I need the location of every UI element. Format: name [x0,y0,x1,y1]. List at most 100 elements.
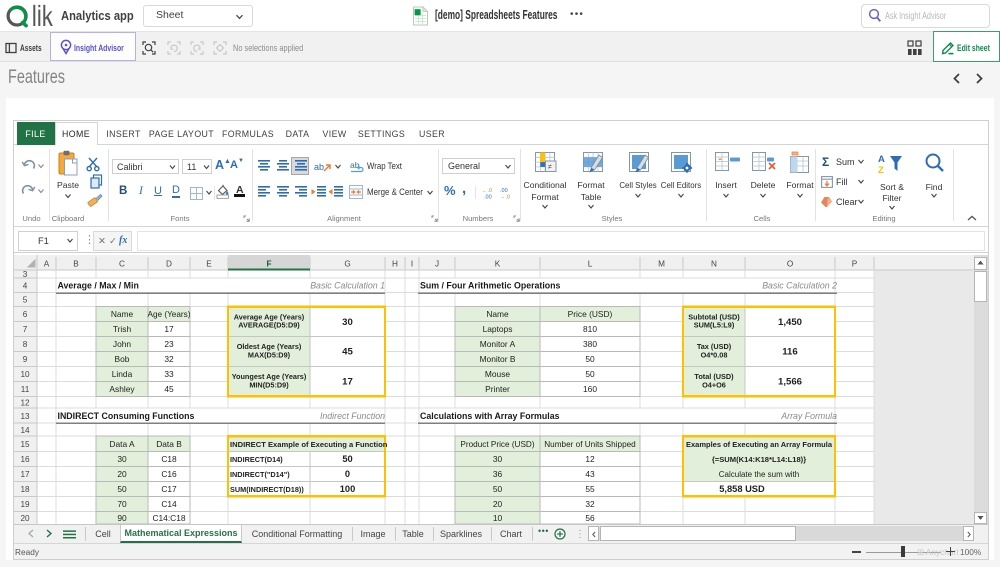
svg-text:G: G [344,259,350,268]
svg-text:17: 17 [20,470,30,479]
svg-text:33: 33 [164,369,174,379]
svg-text:Age (Years): Age (Years) [148,310,191,319]
svg-text:Data A: Data A [109,439,135,449]
svg-text:←.0: ←.0 [482,188,492,194]
svg-text:810: 810 [583,324,597,334]
svg-text:SUM(L5:L9): SUM(L5:L9) [694,321,735,330]
svg-text:Monitor A: Monitor A [480,339,516,349]
svg-text:13: 13 [20,412,30,421]
svg-text:7: 7 [23,325,28,334]
svg-text:J: J [435,259,439,268]
svg-text:→.0: →.0 [500,195,510,200]
svg-text:Laptops: Laptops [483,324,513,334]
svg-text:MAX(D5:D9): MAX(D5:D9) [248,351,291,360]
svg-text:Sum / Four Arithmetic Operatio: Sum / Four Arithmetic Operations [420,281,561,291]
svg-text:5,858 USD: 5,858 USD [719,484,765,494]
svg-text:SUM(INDIRECT(D18)): SUM(INDIRECT(D18)) [230,485,304,494]
svg-text:A: A [878,154,885,165]
svg-text:Basic Calculation 1: Basic Calculation 1 [310,281,385,291]
svg-text:50: 50 [585,354,595,364]
svg-text:30: 30 [493,454,503,464]
svg-text:Name: Name [111,309,134,319]
svg-text:Basic Calculation 2: Basic Calculation 2 [762,281,837,291]
svg-text:50: 50 [342,454,352,464]
svg-text:N: N [711,259,717,268]
svg-text:10: 10 [493,513,503,523]
svg-text:116: 116 [782,347,797,358]
svg-text:I: I [411,259,413,268]
svg-text:20: 20 [117,469,127,479]
svg-text:C18: C18 [161,454,177,464]
svg-text:Product Price (USD): Product Price (USD) [460,440,534,449]
svg-text:Data B: Data B [156,439,182,449]
svg-text:18: 18 [20,485,30,494]
svg-text:10: 10 [20,370,30,379]
svg-text:L: L [588,259,593,268]
svg-text:Price (USD): Price (USD) [568,309,613,319]
svg-text:.00: .00 [500,188,508,194]
svg-text:11: 11 [21,385,30,394]
svg-text:90: 90 [117,513,127,523]
svg-text:Ashley: Ashley [109,384,135,394]
svg-text:45: 45 [342,347,353,358]
svg-text:O4*0.08: O4*0.08 [701,351,728,360]
svg-text:C14:C18: C14:C18 [152,513,185,523]
svg-text:Examples of Executing an Array: Examples of Executing an Array Formula [686,440,833,449]
svg-text:100: 100 [340,484,356,494]
svg-text:Z: Z [878,165,884,174]
svg-text:Array Formula: Array Formula [780,411,837,421]
svg-text:380: 380 [583,339,597,349]
svg-text:8: 8 [23,340,28,349]
svg-text:Printer: Printer [485,384,510,394]
svg-text:20: 20 [20,514,30,523]
svg-text:H: H [392,259,398,268]
svg-text:50: 50 [493,484,503,494]
svg-text:D: D [166,259,172,268]
svg-text:160: 160 [583,384,597,394]
svg-text:M: M [658,259,665,268]
svg-text:C17: C17 [161,484,177,494]
svg-text:Indirect Function: Indirect Function [320,411,385,421]
svg-text:C: C [119,259,125,268]
svg-text:36: 36 [493,469,503,479]
svg-text:0: 0 [345,469,350,479]
svg-text:55: 55 [585,484,595,494]
svg-text:Name: Name [486,309,509,319]
svg-text:32: 32 [164,354,174,364]
svg-text:Bob: Bob [115,354,130,364]
svg-text:Number of Units Shipped: Number of Units Shipped [544,440,636,449]
svg-text:C14: C14 [161,499,177,509]
svg-text:K: K [495,259,501,268]
svg-text:19: 19 [20,500,30,509]
svg-text:E: E [206,259,212,268]
svg-text:50: 50 [117,484,127,494]
svg-text:MIN(D5:D9): MIN(D5:D9) [249,381,289,390]
svg-text:≠: ≠ [548,164,552,171]
svg-text:ab: ab [314,162,324,172]
svg-text:A: A [44,259,50,268]
svg-text:32: 32 [585,499,595,509]
svg-text:Calculate the sum with: Calculate the sum with [719,470,799,479]
svg-text:14: 14 [20,426,30,435]
svg-text:C16: C16 [161,469,177,479]
svg-text:O4+O6: O4+O6 [702,381,726,390]
svg-text:Calculations with Array Formul: Calculations with Array Formulas [420,411,560,421]
svg-text:15: 15 [20,440,30,449]
svg-text:.00: .00 [484,195,492,200]
svg-text:23: 23 [164,339,174,349]
svg-text:56: 56 [585,513,595,523]
svg-text:9: 9 [23,355,28,364]
svg-text:3: 3 [23,270,28,279]
svg-text:1,566: 1,566 [778,377,802,388]
svg-text:4: 4 [23,282,28,291]
svg-text:INDIRECT Example of Executing: INDIRECT Example of Executing a Function [230,440,388,449]
svg-text:Monitor B: Monitor B [480,354,516,364]
svg-text:INDIRECT(D14): INDIRECT(D14) [230,455,283,464]
svg-text:AVERAGE(D5:D9): AVERAGE(D5:D9) [238,321,300,330]
svg-text:F: F [266,259,271,268]
svg-text:70: 70 [117,499,127,509]
svg-text:B: B [73,259,79,268]
svg-text:12: 12 [20,398,30,407]
svg-text:30: 30 [117,454,127,464]
svg-text:12: 12 [585,454,595,464]
